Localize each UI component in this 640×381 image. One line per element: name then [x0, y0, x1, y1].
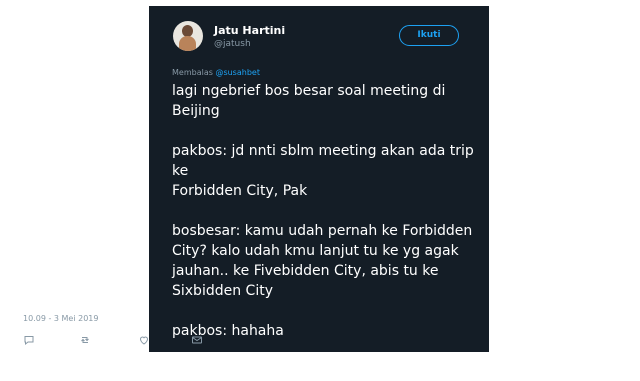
- reply-icon[interactable]: [23, 334, 35, 346]
- tweet-header: Jatu Hartini @jatush Ikuti: [163, 14, 475, 51]
- user-handle[interactable]: @jatush: [214, 39, 251, 49]
- reply-line: Membalas @susahbet: [163, 68, 475, 77]
- user-name[interactable]: Jatu Hartini: [214, 24, 285, 37]
- retweet-icon[interactable]: [79, 334, 91, 346]
- tweet-timestamp[interactable]: 10.09 - 3 Mei 2019: [23, 314, 98, 323]
- reply-mention-link[interactable]: @susahbet: [215, 68, 260, 77]
- tweet-actions: [23, 334, 323, 348]
- follow-button[interactable]: Ikuti: [399, 25, 459, 46]
- reply-prefix: Membalas: [172, 68, 213, 77]
- avatar[interactable]: [173, 21, 203, 51]
- avatar-body: [179, 36, 196, 51]
- like-icon[interactable]: [138, 334, 150, 346]
- tweet-card: Jatu Hartini @jatush Ikuti Membalas @sus…: [149, 6, 489, 379]
- message-icon[interactable]: [191, 334, 203, 346]
